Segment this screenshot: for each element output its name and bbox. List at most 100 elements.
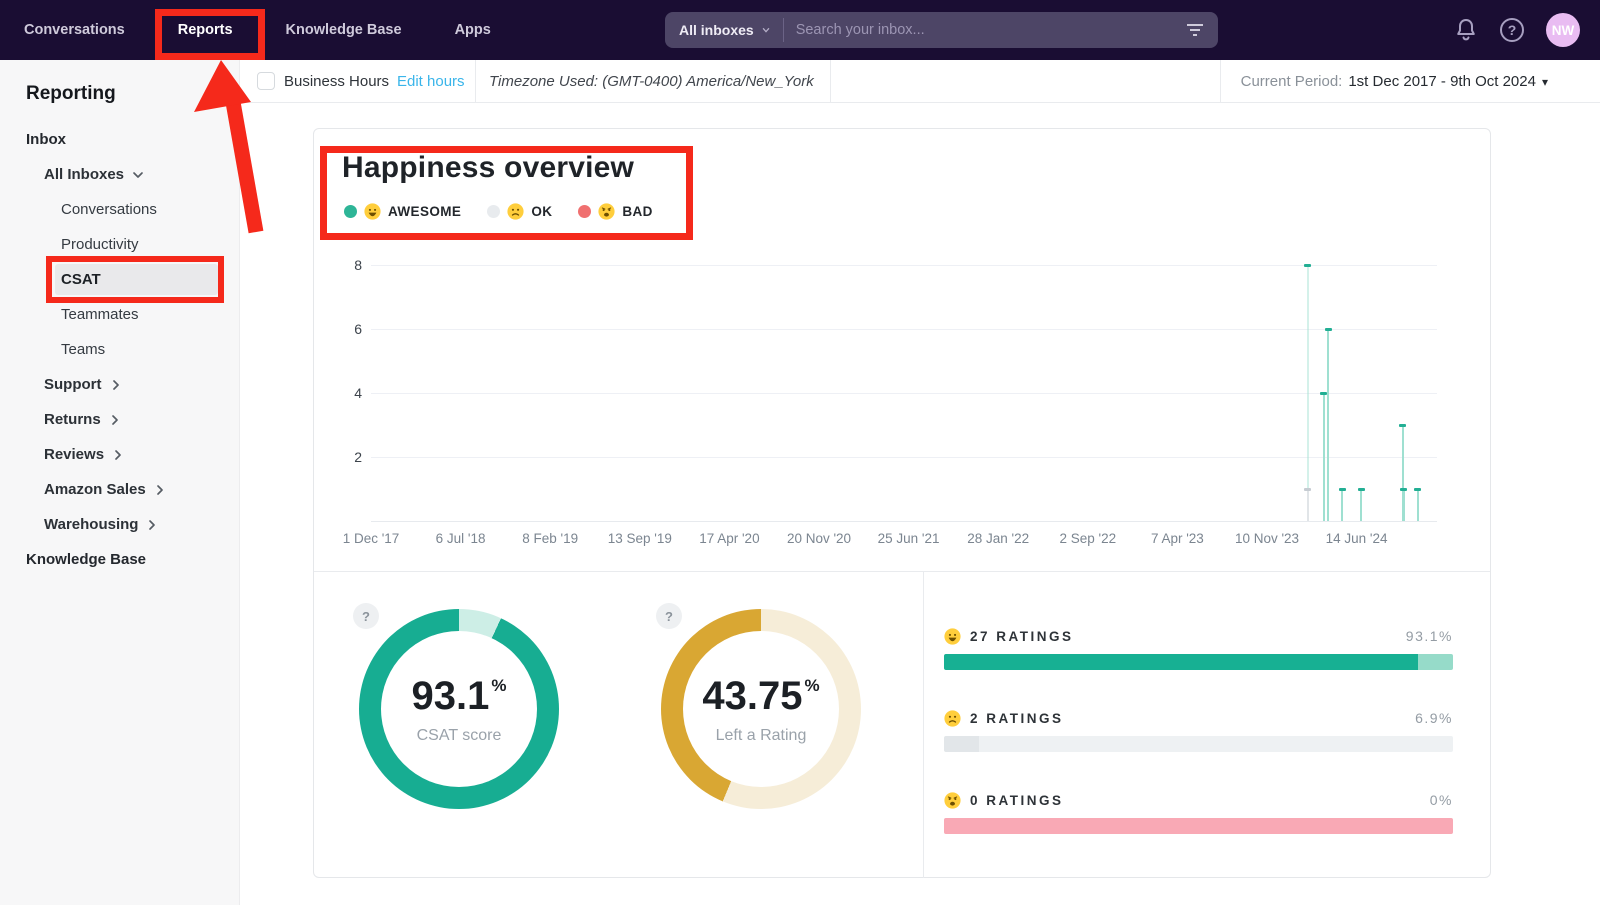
sidebar-item-csat[interactable]: CSAT bbox=[0, 262, 240, 297]
chevron-down-icon bbox=[132, 169, 144, 181]
avatar[interactable]: NW bbox=[1546, 13, 1580, 47]
chevron-down-icon bbox=[761, 25, 771, 35]
data-point-line[interactable] bbox=[1327, 329, 1329, 521]
x-axis-tick: 1 Dec '17 bbox=[343, 531, 400, 546]
sidebar-item-label: Warehousing bbox=[44, 516, 138, 533]
notifications-bell-icon[interactable] bbox=[1454, 17, 1478, 43]
main-content: Happiness overview AWESOMEOKBAD 86421 De… bbox=[240, 103, 1600, 905]
data-point-line[interactable] bbox=[1307, 489, 1309, 521]
help-icon[interactable]: ? bbox=[1500, 18, 1524, 42]
data-point-line[interactable] bbox=[1307, 265, 1309, 521]
sidebar-item-teams[interactable]: Teams bbox=[0, 332, 240, 367]
rating-row-2-ratings: 2 RATINGS6.9% bbox=[944, 708, 1453, 752]
csat-donut: 93.1% CSAT score bbox=[359, 609, 559, 809]
rating-row-0-ratings: 0 RATINGS0% bbox=[944, 790, 1453, 834]
filter-icon[interactable] bbox=[1186, 23, 1204, 37]
rating-bar-fill bbox=[944, 654, 1418, 670]
grinning-emoji bbox=[944, 628, 961, 645]
sidebar-item-productivity[interactable]: Productivity bbox=[0, 227, 240, 262]
sidebar-item-label: Inbox bbox=[26, 131, 66, 148]
inbox-filter-dropdown[interactable]: All inboxes bbox=[665, 22, 783, 38]
data-point-cap[interactable] bbox=[1304, 264, 1311, 267]
business-hours-label: Business Hours bbox=[284, 73, 389, 90]
rating-count: 0 RATINGS bbox=[944, 792, 1064, 809]
y-axis-tick: 2 bbox=[314, 449, 362, 465]
left-rating-caption: Left a Rating bbox=[716, 727, 807, 745]
rating-count: 2 RATINGS bbox=[944, 710, 1064, 727]
data-point-cap[interactable] bbox=[1304, 488, 1311, 491]
x-axis-tick: 8 Feb '19 bbox=[522, 531, 578, 546]
data-point-cap[interactable] bbox=[1399, 424, 1406, 427]
rating-head: 2 RATINGS6.9% bbox=[944, 708, 1453, 728]
search-input[interactable] bbox=[784, 22, 1186, 38]
edit-hours-link[interactable]: Edit hours bbox=[397, 73, 465, 90]
data-point-line[interactable] bbox=[1341, 489, 1343, 521]
sidebar-item-label: Support bbox=[44, 376, 102, 393]
nav-item-apps[interactable]: Apps bbox=[455, 22, 491, 38]
data-point-line[interactable] bbox=[1403, 489, 1405, 521]
business-hours-checkbox[interactable] bbox=[257, 72, 275, 90]
gridline bbox=[371, 393, 1437, 394]
data-point-cap[interactable] bbox=[1358, 488, 1365, 491]
chevron-right-icon bbox=[154, 484, 166, 496]
chevron-right-icon bbox=[146, 519, 158, 531]
sidebar-item-inbox[interactable]: Inbox bbox=[0, 122, 240, 157]
nav-item-knowledge-base[interactable]: Knowledge Base bbox=[286, 22, 402, 38]
y-axis-tick: 8 bbox=[314, 257, 362, 273]
sidebar-item-label: All Inboxes bbox=[44, 166, 124, 183]
data-point-cap[interactable] bbox=[1339, 488, 1346, 491]
nav-item-reports[interactable]: Reports bbox=[178, 22, 233, 38]
csat-help-icon[interactable]: ? bbox=[353, 603, 379, 629]
page: Conversations Reports Knowledge Base Apps A… bbox=[0, 0, 1600, 905]
left-rating-help-icon[interactable]: ? bbox=[656, 603, 682, 629]
search-bar: All inboxes bbox=[665, 12, 1218, 48]
sidebar-item-label: CSAT bbox=[61, 271, 101, 288]
sidebar-heading: Reporting bbox=[26, 83, 116, 105]
sidebar-item-all-inboxes[interactable]: All Inboxes bbox=[0, 157, 240, 192]
timezone-label: Timezone Used: (GMT-0400) America/New_Yo… bbox=[489, 73, 814, 90]
x-axis-tick: 6 Jul '18 bbox=[436, 531, 486, 546]
sidebar-item-conversations[interactable]: Conversations bbox=[0, 192, 240, 227]
x-axis-tick: 20 Nov '20 bbox=[787, 531, 851, 546]
gridline bbox=[371, 457, 1437, 458]
nav-item-conversations[interactable]: Conversations bbox=[24, 22, 125, 38]
current-period-dropdown[interactable]: Current Period: 1st Dec 2017 - 9th Oct 2… bbox=[1241, 73, 1548, 90]
percent-sign: % bbox=[804, 676, 819, 695]
sidebar-item-reviews[interactable]: Reviews bbox=[0, 437, 240, 472]
primary-nav-items: Conversations Reports Knowledge Base Apps bbox=[0, 22, 491, 38]
y-axis-tick: 6 bbox=[314, 321, 362, 337]
x-axis-tick: 2 Sep '22 bbox=[1059, 531, 1116, 546]
sidebar-item-teammates[interactable]: Teammates bbox=[0, 297, 240, 332]
data-point-line[interactable] bbox=[1417, 489, 1419, 521]
gridline bbox=[371, 265, 1437, 266]
x-axis-line bbox=[371, 521, 1437, 522]
sidebar-item-returns[interactable]: Returns bbox=[0, 402, 240, 437]
rating-head: 27 RATINGS93.1% bbox=[944, 626, 1453, 646]
card-horizontal-divider bbox=[314, 571, 1490, 572]
nav-right-cluster: ? NW bbox=[1454, 0, 1600, 60]
x-axis-tick: 14 Jun '24 bbox=[1326, 531, 1388, 546]
data-point-cap[interactable] bbox=[1400, 488, 1407, 491]
x-axis-tick: 28 Jan '22 bbox=[967, 531, 1029, 546]
rating-row-27-ratings: 27 RATINGS93.1% bbox=[944, 626, 1453, 670]
data-point-line[interactable] bbox=[1323, 393, 1325, 521]
chevron-right-icon bbox=[110, 379, 122, 391]
x-axis-tick: 25 Jun '21 bbox=[878, 531, 940, 546]
sidebar-item-support[interactable]: Support bbox=[0, 367, 240, 402]
toolbar-divider bbox=[475, 60, 476, 103]
sidebar-item-knowledge-base[interactable]: Knowledge Base bbox=[0, 542, 240, 577]
rating-bar-track bbox=[944, 654, 1453, 670]
sidebar-item-amazon-sales[interactable]: Amazon Sales bbox=[0, 472, 240, 507]
left-rating-value: 43.75% bbox=[702, 674, 819, 719]
card-vertical-divider bbox=[923, 571, 924, 878]
x-axis-tick: 10 Nov '23 bbox=[1235, 531, 1299, 546]
data-point-line[interactable] bbox=[1360, 489, 1362, 521]
data-point-cap[interactable] bbox=[1325, 328, 1332, 331]
rating-bar-track bbox=[944, 736, 1453, 752]
toolbar-divider bbox=[830, 60, 831, 103]
sidebar-item-label: Knowledge Base bbox=[26, 551, 146, 568]
x-axis-tick: 7 Apr '23 bbox=[1151, 531, 1204, 546]
data-point-cap[interactable] bbox=[1414, 488, 1421, 491]
sidebar-item-warehousing[interactable]: Warehousing bbox=[0, 507, 240, 542]
sidebar-item-label: Teammates bbox=[61, 306, 139, 323]
